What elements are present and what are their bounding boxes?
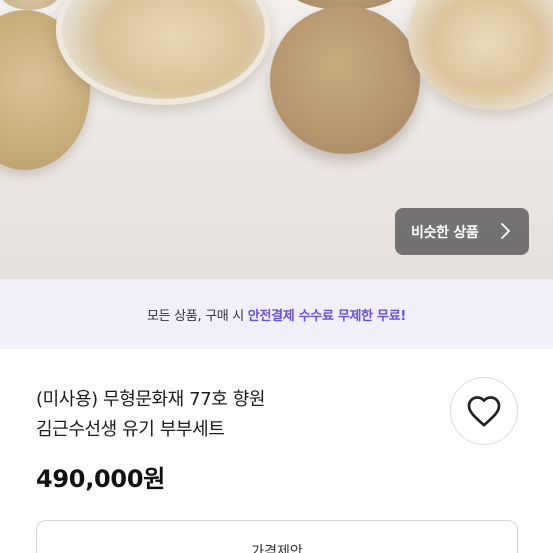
similar-products-label: 비슷한 상품 bbox=[411, 224, 479, 241]
promo-highlight: 안전결제 수수료 무제한 무료! bbox=[247, 308, 407, 324]
product-price: 490,000원 bbox=[36, 465, 165, 493]
heart-outline-icon bbox=[467, 396, 501, 427]
bowl-image bbox=[0, 0, 60, 10]
product-photo[interactable]: 비슷한 상품 bbox=[0, 0, 553, 279]
price-offer-button[interactable]: 가격제안 bbox=[36, 520, 518, 553]
price-offer-label: 가격제안 bbox=[251, 544, 303, 553]
product-page: 비슷한 상품 모든 상품, 구매 시 안전결제 수수료 무제한 무료! (미사용… bbox=[0, 0, 553, 553]
similar-products-button[interactable]: 비슷한 상품 bbox=[395, 208, 529, 255]
favorite-button[interactable] bbox=[450, 377, 518, 445]
promo-banner[interactable]: 모든 상품, 구매 시 안전결제 수수료 무제한 무료! bbox=[0, 279, 553, 349]
product-info: (미사용) 무형문화재 77호 향원 김근수선생 유기 부부세트 490,000… bbox=[0, 349, 553, 553]
bowl-image bbox=[408, 0, 553, 110]
chevron-right-icon bbox=[501, 223, 510, 239]
product-title-line: (미사용) 무형문화재 77호 향원 bbox=[36, 389, 266, 410]
bowl-image bbox=[270, 6, 420, 154]
promo-text: 모든 상품, 구매 시 bbox=[146, 308, 248, 324]
product-title-line: 김근수선생 유기 부부세트 bbox=[36, 419, 225, 440]
product-title: (미사용) 무형문화재 77호 향원 김근수선생 유기 부부세트 bbox=[36, 385, 336, 445]
